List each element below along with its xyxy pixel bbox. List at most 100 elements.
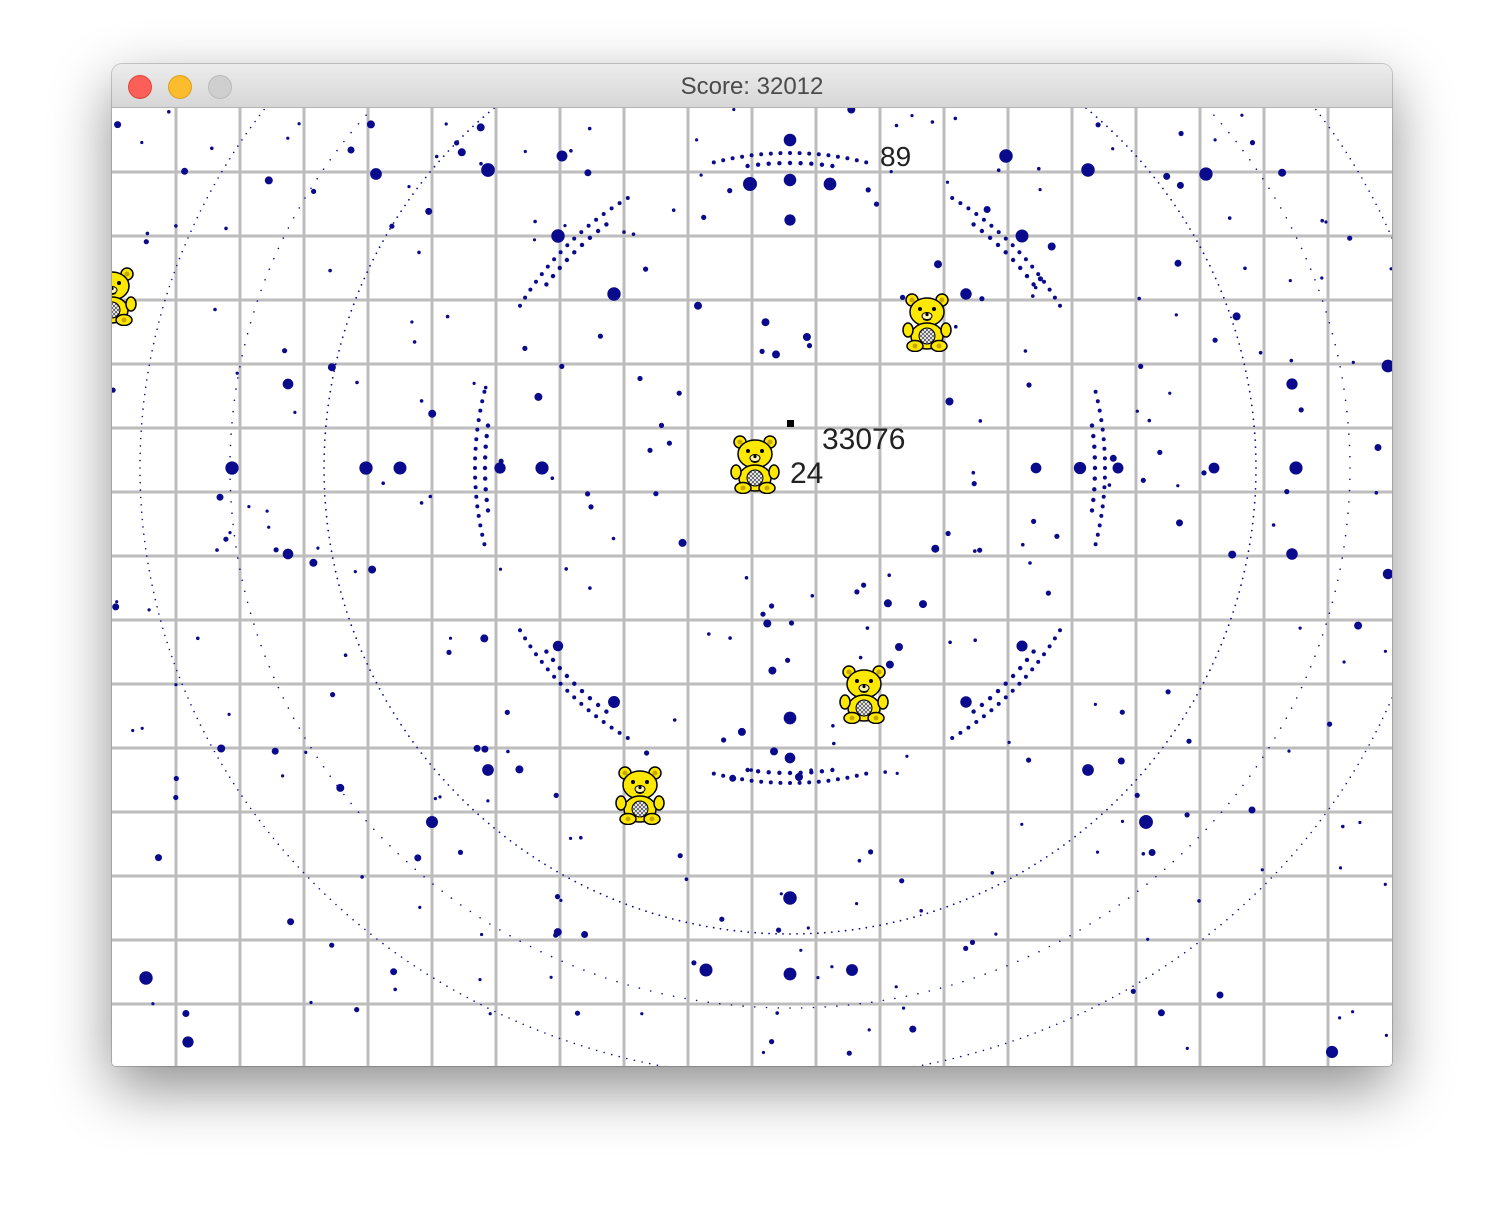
player-bear[interactable] [730,435,780,494]
star-dot [1085,108,1087,109]
star-dot [605,977,607,979]
star-dot [114,121,122,129]
star-dot [1251,522,1254,525]
star-dot [239,568,241,570]
star-dot [1166,741,1168,743]
star-dot [244,343,246,346]
star-dot [979,702,985,708]
star-dot [329,390,332,393]
game-canvas[interactable]: 33076 24 89 [112,108,1392,1066]
star-dot [486,799,490,803]
star-dot [1109,454,1117,462]
star-dot [1037,276,1043,282]
star-dot [1058,303,1062,308]
star-dot [1315,825,1317,828]
star-dot [551,1034,553,1037]
star-dot [588,1047,590,1049]
star-dot [388,947,390,949]
star-dot [865,187,871,193]
star-dot [1291,854,1293,857]
star-dot [569,149,573,153]
star-dot [1246,557,1249,559]
star-dot [775,1011,779,1015]
star-dot [737,727,746,736]
star-dot [173,794,179,801]
star-dot [1058,628,1062,633]
star-dot [1140,773,1142,776]
star-dot [581,931,589,938]
star-dot [775,932,777,935]
star-dot [459,993,462,995]
star-dot [1069,934,1071,937]
game-board[interactable]: 33076 24 89 [112,108,1392,1066]
star-dot [1320,276,1324,280]
star-dot [1168,391,1172,395]
enemy-bear[interactable] [112,267,137,326]
star-dot [1286,378,1298,390]
star-dot [213,750,216,753]
star-dot [846,1050,852,1056]
star-dot [446,649,452,656]
star-dot [1375,730,1377,733]
star-dot [558,681,563,686]
star-dot [323,488,326,490]
star-dot [944,1059,947,1062]
star-dot [585,491,591,497]
star-dot [719,927,722,930]
star-dot [1018,265,1023,271]
star-dot [919,600,927,609]
star-dot [142,526,144,528]
star-dot [1214,277,1217,280]
star-dot [480,532,485,537]
star-dot [1152,973,1154,975]
star-dot [1189,228,1191,230]
star-dot [1026,382,1032,388]
star-dot [995,969,997,971]
star-dot [1236,336,1239,339]
star-dot [476,418,481,423]
star-dot [338,349,340,352]
star-dot [778,780,783,785]
star-dot [282,697,285,699]
star-dot [1186,738,1192,744]
star-dot [328,268,332,273]
star-dot [324,501,327,504]
star-dot [330,550,333,553]
star-dot [1265,882,1267,885]
star-dot [329,898,332,901]
star-dot [1199,246,1202,249]
star-dot [394,951,397,954]
star-dot [579,688,585,694]
star-dot [685,921,688,924]
star-dot [1364,183,1367,186]
star-dot [830,767,835,773]
star-dot [989,708,994,713]
star-dot [1334,343,1336,346]
star-dot [1328,612,1331,614]
star-dot [476,123,485,132]
title-bar[interactable]: Score: 32012 [112,64,1392,108]
star-dot [482,764,494,776]
star-dot [1254,446,1257,448]
star-dot [994,932,998,936]
star-dot [372,258,375,261]
star-dot [493,827,495,829]
star-dot [1095,818,1098,820]
star-dot [557,265,562,271]
star-dot [830,965,834,969]
star-dot [966,725,971,730]
star-dot [565,688,570,693]
star-dot [1371,196,1374,199]
star-dot [277,686,280,689]
star-dot [579,230,584,235]
star-dot [1031,294,1035,298]
star-dot [287,227,290,229]
star-dot [835,777,840,782]
star-dot [282,237,285,239]
star-dot [1248,898,1251,901]
star-dot [1205,828,1207,831]
star-dot [1248,390,1251,393]
star-dot [522,345,528,351]
star-dot [1349,158,1352,160]
star-dot [1163,868,1166,871]
